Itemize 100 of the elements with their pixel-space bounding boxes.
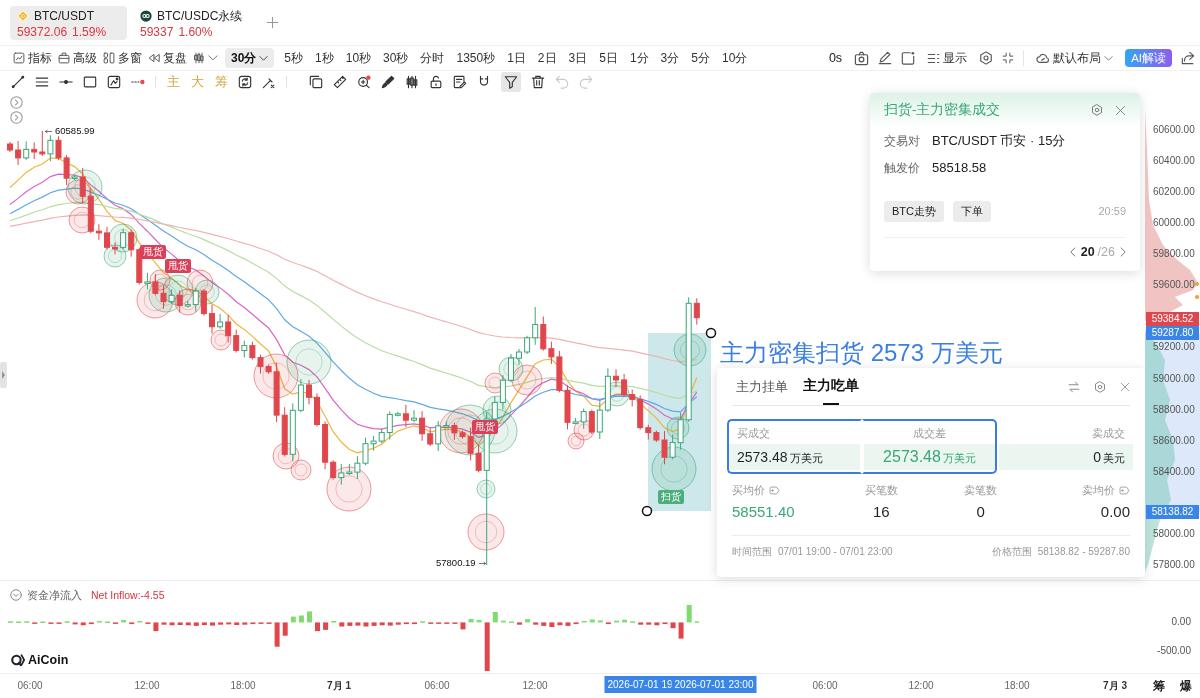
settings-icon[interactable] [979, 51, 994, 65]
side-button[interactable]: 爆 [1180, 679, 1193, 693]
stat-label: 买笔数 [864, 482, 898, 498]
toolbar-button[interactable]: 多窗 [100, 48, 145, 68]
action-button[interactable]: 下单 [953, 201, 991, 222]
time-label: 06:00 [17, 679, 43, 692]
chevron-circle-icon[interactable] [10, 111, 23, 124]
page-current: 20 [1080, 245, 1095, 259]
side-button[interactable]: 筹 [1152, 679, 1165, 693]
chevron-left-icon[interactable] [1067, 247, 1078, 257]
ruler-icon[interactable] [333, 75, 347, 89]
popup-title: 扫货-主力密集成交 [884, 100, 1002, 119]
side-handle-icon[interactable] [0, 362, 7, 388]
interval-button[interactable]: 5秒 [278, 48, 310, 68]
layout-button[interactable]: 默认布局 [1033, 48, 1117, 68]
panel-tab[interactable]: 主力吃单 [803, 371, 859, 402]
time-label: 7月 1 [327, 679, 351, 692]
interval-button[interactable]: 5分 [685, 48, 716, 68]
brush-icon[interactable] [381, 75, 395, 89]
lock-icon[interactable] [429, 75, 443, 89]
interval-button[interactable]: 1秒 [309, 48, 340, 68]
interval-button[interactable]: 3日 [562, 48, 594, 68]
lines-icon[interactable] [35, 75, 49, 89]
axis-label: 58000.00 [1153, 528, 1195, 540]
interval-button[interactable]: 分时 [414, 48, 451, 68]
toolbar-button[interactable]: 指标 [10, 48, 55, 68]
time-label: 12:00 [522, 679, 548, 692]
share-icon[interactable] [1181, 51, 1195, 65]
axis-label: 60400.00 [1153, 155, 1195, 167]
frame-dot-icon[interactable] [901, 51, 916, 65]
panel-tab[interactable]: 主力挂单 [736, 371, 788, 402]
zoom-icon[interactable] [357, 75, 371, 89]
coin-icon [140, 9, 152, 22]
stat-label: 卖笔数 [964, 482, 998, 498]
edit-icon[interactable] [453, 75, 467, 89]
chevron-circle-icon[interactable] [10, 96, 23, 109]
summary-value: 0美元 [999, 444, 1133, 470]
close-icon[interactable] [1115, 104, 1126, 116]
rectangle-icon[interactable] [83, 75, 97, 89]
field-value: 58518.58 [932, 158, 987, 177]
price-change: 1.60% [178, 24, 213, 39]
headline-text: 主力密集扫货 2573 万美元 [720, 339, 1003, 367]
symbol-tab[interactable]: BTC/USDT 59372.06 1.59% [10, 5, 127, 40]
stat-label: 卖均价 [1082, 482, 1115, 498]
interval-button[interactable]: 3分 [654, 48, 686, 68]
price-value: 59372.06 [17, 24, 68, 39]
stat-value: 0.00 [1100, 502, 1130, 522]
filter-icon[interactable] [501, 72, 521, 92]
close-icon[interactable] [1120, 381, 1130, 392]
rewind-icon [148, 52, 160, 64]
candles-icon[interactable] [405, 75, 419, 89]
range-value: 58138.82 - 59287.80 [1037, 545, 1130, 559]
interval-button[interactable]: 5日 [593, 48, 624, 68]
interval-button[interactable]: 1日 [501, 48, 532, 68]
line-tool-icon[interactable] [11, 75, 25, 89]
picture-frame-icon[interactable] [107, 75, 121, 89]
interval-button[interactable]: 2日 [531, 48, 563, 68]
refresh-box-icon[interactable] [238, 75, 252, 89]
axis-label: 60600.00 [1153, 124, 1195, 136]
interval-button[interactable]: 10分 [715, 48, 754, 68]
interval-button[interactable]: 10秒 [339, 48, 378, 68]
time-label: 2026-07-01 23:00 [671, 676, 757, 693]
cloud-icon [1036, 51, 1051, 65]
range-label: 价格范围 [991, 545, 1032, 559]
axis-label: 59600.00 [1153, 279, 1195, 291]
candles-icon [193, 52, 205, 64]
interval-button[interactable]: 1分 [623, 48, 655, 68]
stat-value: 16 [872, 502, 890, 522]
toolbar-button[interactable]: 复盘 [145, 48, 190, 68]
chevron-right-icon[interactable] [1118, 247, 1128, 257]
display-button[interactable]: 显示 [924, 48, 971, 68]
range-value: 07/01 19:00 - 07/01 23:00 [778, 545, 893, 559]
collapse-icon[interactable] [10, 589, 22, 601]
axis-label: 59800.00 [1153, 248, 1195, 260]
range-label: 时间范围 [732, 545, 772, 559]
pencil-icon[interactable] [878, 51, 893, 65]
compress-icon[interactable] [1002, 52, 1015, 64]
axis-label: 58800.00 [1153, 404, 1195, 416]
settings-icon[interactable] [1094, 380, 1106, 393]
action-button[interactable]: BTC走势 [884, 201, 944, 222]
magnet-icon[interactable] [477, 75, 491, 89]
time-label: 06:00 [812, 679, 838, 692]
interval-button[interactable]: 30秒 [377, 48, 415, 68]
camera-icon[interactable] [854, 50, 870, 66]
symbol-tab[interactable]: BTC/USDC永续 59337 1.60% [133, 5, 250, 40]
copy-icon[interactable] [309, 75, 323, 89]
handle-icon[interactable] [705, 327, 717, 339]
toolbar-button[interactable]: 高级 [55, 48, 100, 68]
add-tab-icon[interactable] [266, 16, 279, 29]
price-change: 1.59% [72, 24, 107, 39]
list-icon [927, 51, 941, 65]
caret-icon [1104, 53, 1114, 63]
summary-label: 卖成交 [1091, 426, 1126, 441]
axis-label: 58600.00 [1153, 435, 1195, 447]
trash-icon[interactable] [531, 75, 545, 89]
axis-label: 58400.00 [1153, 466, 1195, 478]
pair-name: BTC/USDC永续 [157, 8, 243, 23]
settings-icon[interactable] [1091, 104, 1103, 116]
interval-button[interactable]: 30分 [225, 48, 275, 68]
interval-button[interactable]: 1350秒 [450, 48, 502, 68]
